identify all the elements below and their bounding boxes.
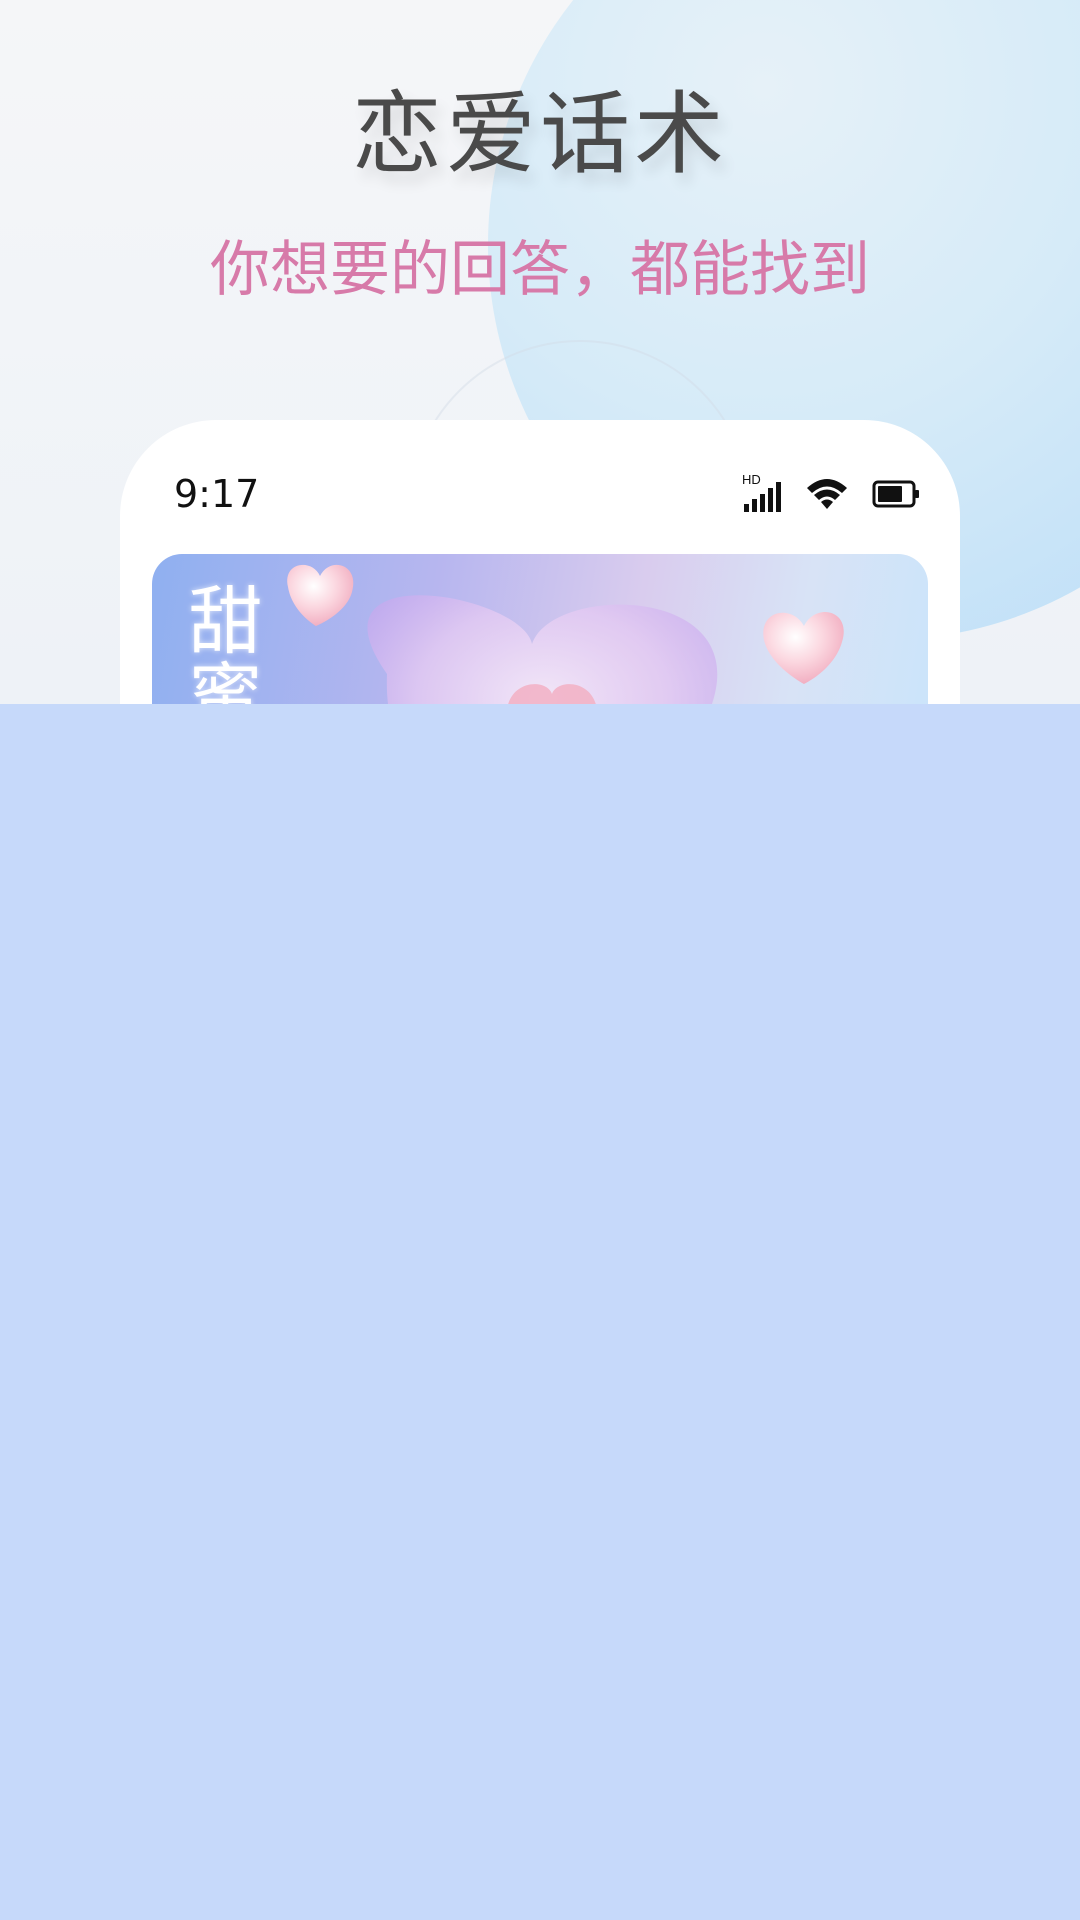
phone-mockup: 9:17 HD 甜蜜 [120, 420, 960, 704]
status-bar: 9:17 HD [120, 420, 960, 552]
heart-icon [763, 612, 844, 684]
network-type-label: HD [742, 474, 761, 487]
battery-icon [872, 479, 920, 513]
banner-title: 甜蜜 [176, 582, 262, 704]
heart-icon [287, 564, 354, 626]
wifi-icon [804, 474, 850, 518]
hero-section: 恋爱话术 你想要的回答，都能找到 9:17 HD 甜蜜 [0, 0, 1080, 704]
page-subtitle: 你想要的回答，都能找到 [210, 235, 870, 305]
status-time: 9:17 [174, 472, 260, 516]
promo-page: 恋爱话术 你想要的回答，都能找到 9:17 HD 甜蜜 [0, 0, 1080, 1920]
signal-icon: HD [742, 472, 782, 518]
feature-banner[interactable]: 甜蜜 [152, 554, 928, 704]
lower-background [0, 704, 1080, 1920]
page-title: 恋爱话术 [352, 82, 728, 187]
status-icons: HD [742, 472, 920, 518]
